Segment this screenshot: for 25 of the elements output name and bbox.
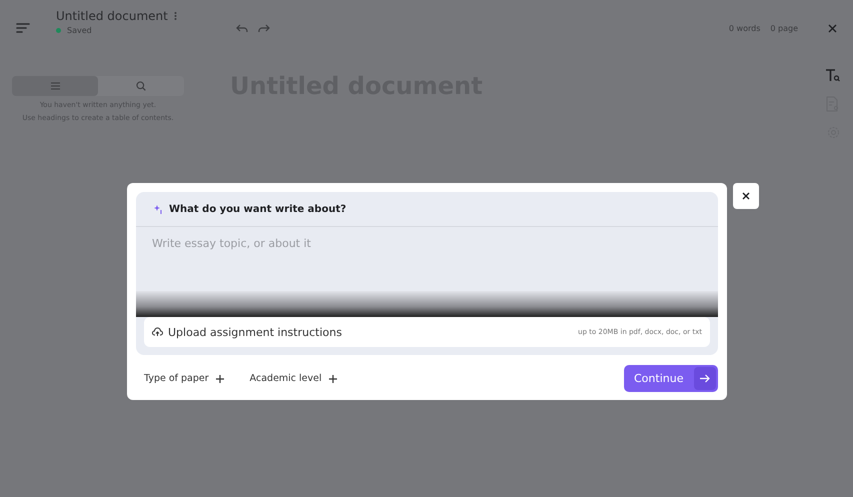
more-options-icon[interactable] xyxy=(174,11,177,21)
cloud-upload-icon xyxy=(152,327,163,337)
list-icon xyxy=(50,82,60,90)
undo-icon[interactable] xyxy=(236,24,248,32)
upload-label: Upload assignment instructions xyxy=(168,326,342,338)
menu-icon[interactable] xyxy=(16,23,30,33)
page-count: 0 page xyxy=(770,24,798,32)
close-icon xyxy=(742,192,750,200)
continue-button[interactable]: Continue xyxy=(624,365,718,392)
topic-field[interactable]: Write essay topic, or about it xyxy=(136,227,718,291)
status-dot xyxy=(56,28,61,33)
word-count: 0 words xyxy=(728,24,760,32)
plus-icon xyxy=(328,374,337,382)
close-icon[interactable] xyxy=(828,24,837,32)
plus-icon xyxy=(216,374,224,382)
redo-icon[interactable] xyxy=(258,24,270,32)
prompt-label: What do you want write about? xyxy=(169,204,346,214)
search-icon xyxy=(136,81,146,91)
sparkle-icon xyxy=(154,204,163,214)
option-button[interactable]: Academic level xyxy=(242,369,345,388)
text-search-icon[interactable] xyxy=(825,68,841,82)
arrow-right-icon xyxy=(700,374,710,383)
option-button[interactable]: Type of paper xyxy=(136,369,232,388)
close-button[interactable] xyxy=(733,183,759,209)
save-status: Saved xyxy=(67,26,92,35)
